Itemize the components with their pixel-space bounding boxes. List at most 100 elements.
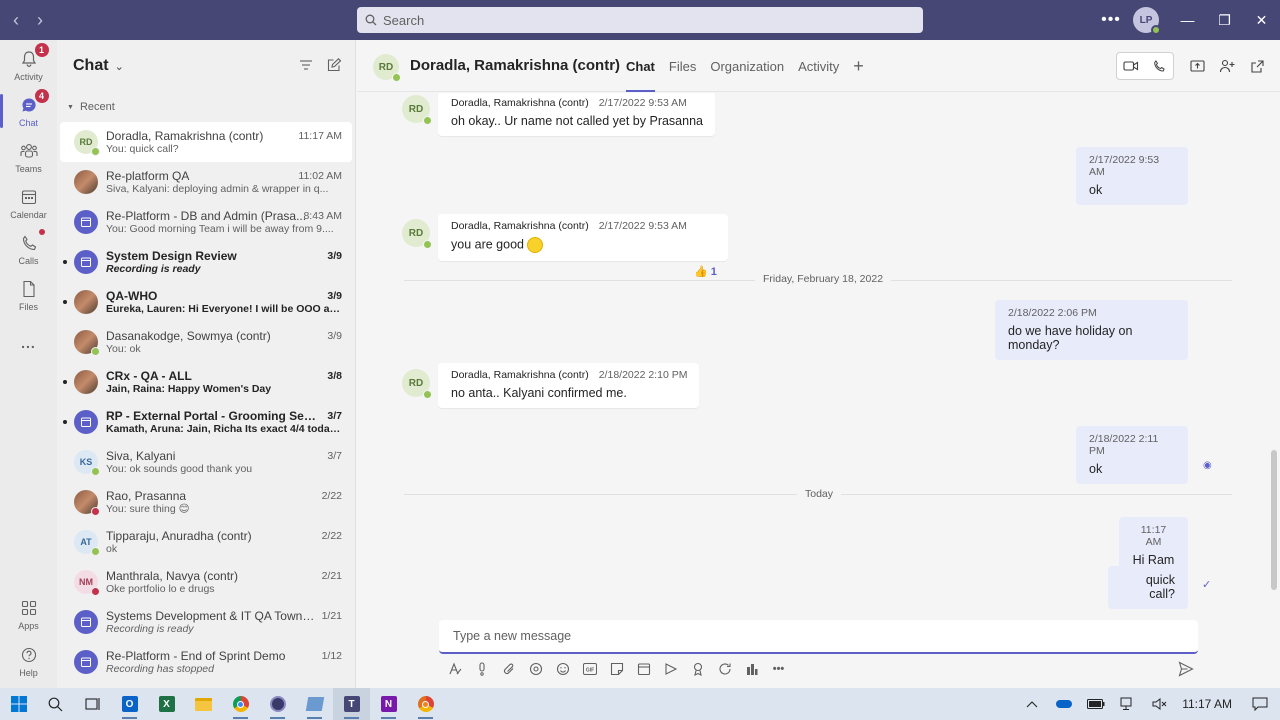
chat-item-qa-who[interactable]: QA-WHO 3/9 Eureka, Lauren: Hi Everyone! … (60, 282, 352, 322)
chat-item-rp-external-portal[interactable]: RP - External Portal - Grooming Sessi...… (60, 402, 352, 442)
message-outgoing[interactable]: 2/18/2022 2:11 PM ok (1076, 426, 1188, 484)
maximize-icon[interactable]: ❐ (1206, 12, 1243, 29)
presence-available-icon (423, 390, 432, 399)
forward-arrow-icon[interactable]: › (28, 10, 52, 31)
tab-files[interactable]: Files (669, 40, 696, 92)
tab-chat[interactable]: Chat (626, 40, 655, 92)
network-icon[interactable] (1112, 688, 1144, 720)
minimize-icon[interactable]: — (1169, 12, 1206, 28)
priority-icon[interactable] (468, 657, 495, 681)
chat-preview: You: ok sounds good thank you (106, 463, 253, 475)
presence-available-icon (91, 547, 100, 556)
attach-icon[interactable] (495, 657, 522, 681)
message-outgoing[interactable]: 2/18/2022 2:06 PM do we have holiday on … (995, 300, 1188, 360)
tab-activity[interactable]: Activity (798, 40, 839, 92)
back-arrow-icon[interactable]: ‹ (4, 10, 28, 31)
message-input[interactable] (453, 629, 1198, 643)
chevron-up-icon[interactable] (1016, 688, 1048, 720)
taskbar-clock[interactable]: 11:17 AM (1182, 697, 1232, 711)
more-actions-icon[interactable]: ••• (765, 657, 792, 681)
sticker-icon[interactable] (603, 657, 630, 681)
remote-app-icon[interactable] (296, 688, 333, 720)
audio-call-icon[interactable] (1145, 53, 1173, 79)
onedrive-icon[interactable] (1048, 688, 1080, 720)
message-text: oh okay.. Ur name not called yet by Pras… (451, 114, 703, 128)
chrome-icon[interactable] (222, 688, 259, 720)
emoji-icon[interactable] (549, 657, 576, 681)
chat-list-title[interactable]: Chat (73, 57, 109, 75)
message-composer[interactable] (439, 620, 1198, 654)
chat-item-rao-prasanna[interactable]: Rao, Prasanna 2/22 You: sure thing 😊 (60, 482, 352, 522)
rail-item-calendar[interactable]: Calendar (0, 180, 57, 226)
message-incoming[interactable]: Doradla, Ramakrishna (contr) 2/18/2022 2:… (438, 363, 700, 408)
search-input[interactable]: Search (357, 7, 923, 33)
file-explorer-icon[interactable] (185, 688, 222, 720)
teams-app-icon[interactable]: T (333, 688, 370, 720)
chat-item-manthrala[interactable]: NM Manthrala, Navya (contr) 2/21 Oke por… (60, 562, 352, 602)
polls-icon[interactable] (738, 657, 765, 681)
user-avatar[interactable]: LP (1133, 7, 1161, 35)
praise-icon[interactable] (684, 657, 711, 681)
rail-item-chat[interactable]: 4 Chat (0, 88, 57, 134)
new-chat-icon[interactable] (327, 58, 341, 72)
rail-item-calls[interactable]: Calls (0, 226, 57, 272)
chevron-down-icon[interactable]: ⌄ (115, 60, 124, 73)
rail-item-teams[interactable]: Teams (0, 134, 57, 180)
chrome-profile-icon[interactable] (407, 688, 444, 720)
outlook-icon[interactable]: O (111, 688, 148, 720)
send-icon[interactable] (1174, 657, 1198, 681)
terminal-app-icon[interactable] (259, 688, 296, 720)
taskbar-search-icon[interactable] (37, 688, 74, 720)
filter-icon[interactable] (299, 58, 313, 72)
search-icon (365, 14, 377, 26)
scrollbar-thumb[interactable] (1271, 450, 1277, 590)
rail-item-activity[interactable]: 1 Activity (0, 42, 57, 88)
chat-item-sprint-demo[interactable]: Re-Platform - End of Sprint Demo 1/12 Re… (60, 642, 352, 682)
loop-icon[interactable] (522, 657, 549, 681)
message-outgoing[interactable]: 2/17/2022 9:53 AM ok (1076, 147, 1188, 205)
excel-icon[interactable]: X (148, 688, 185, 720)
tab-organization[interactable]: Organization (710, 40, 784, 92)
message-outgoing[interactable]: quick call? (1108, 566, 1188, 609)
schedule-meeting-icon[interactable] (630, 657, 657, 681)
message-incoming[interactable]: Doradla, Ramakrishna (contr) 2/17/2022 9:… (438, 93, 715, 136)
message-incoming[interactable]: Doradla, Ramakrishna (contr) 2/17/2022 9:… (438, 214, 728, 261)
updates-icon[interactable] (711, 657, 738, 681)
add-tab-icon[interactable]: + (853, 56, 864, 77)
close-icon[interactable]: ✕ (1243, 12, 1280, 29)
battery-icon[interactable] (1080, 688, 1112, 720)
chat-item-crx-qa-all[interactable]: CRx - QA - ALL 3/8 Jain, Raina: Happy Wo… (60, 362, 352, 402)
chat-item-siva-kalyani[interactable]: KS Siva, Kalyani 3/7 You: ok sounds good… (60, 442, 352, 482)
chat-item-replatform-qa[interactable]: Re-platform QA 11:02 AM Siva, Kalyani: d… (60, 162, 352, 202)
rail-item-more[interactable]: ... (0, 320, 57, 366)
rail-item-files[interactable]: Files (0, 272, 57, 318)
conversation-avatar[interactable]: RD (373, 54, 401, 82)
gif-icon[interactable]: GIF (576, 657, 603, 681)
like-reaction[interactable]: 👍 1 (694, 265, 717, 278)
chat-item-replatform-db-admin[interactable]: Re-Platform - DB and Admin (Prasa... 8:4… (60, 202, 352, 242)
more-options-icon[interactable]: ••• (1093, 11, 1129, 29)
chat-item-tipparaju[interactable]: AT Tipparaju, Anuradha (contr) 2/22 ok (60, 522, 352, 562)
add-people-icon[interactable] (1212, 52, 1242, 80)
chat-time: 3/8 (327, 370, 342, 382)
video-call-icon[interactable] (1117, 53, 1145, 79)
rail-item-help[interactable]: Help (0, 638, 57, 684)
windows-start-icon[interactable] (0, 688, 37, 720)
volume-muted-icon[interactable] (1144, 688, 1176, 720)
pop-out-icon[interactable] (1242, 52, 1272, 80)
onenote-icon[interactable]: N (370, 688, 407, 720)
chat-time: 3/7 (327, 410, 342, 422)
chat-item-doradla[interactable]: RD Doradla, Ramakrishna (contr) 11:17 AM… (60, 122, 352, 162)
task-view-icon[interactable] (74, 688, 111, 720)
notification-center-icon[interactable] (1244, 688, 1276, 720)
format-icon[interactable] (441, 657, 468, 681)
file-icon (19, 279, 39, 299)
rail-item-apps[interactable]: Apps (0, 591, 57, 637)
chat-item-systems-development[interactable]: Systems Development & IT QA Town H... 1/… (60, 602, 352, 642)
chat-item-system-design-review[interactable]: System Design Review 3/9 Recording is re… (60, 242, 352, 282)
stream-icon[interactable] (657, 657, 684, 681)
recent-section-label[interactable]: ▼ Recent (57, 92, 355, 122)
caret-down-icon: ▼ (67, 103, 74, 111)
share-screen-icon[interactable] (1182, 52, 1212, 80)
chat-item-dasanakodge[interactable]: Dasanakodge, Sowmya (contr) 3/9 You: ok (60, 322, 352, 362)
